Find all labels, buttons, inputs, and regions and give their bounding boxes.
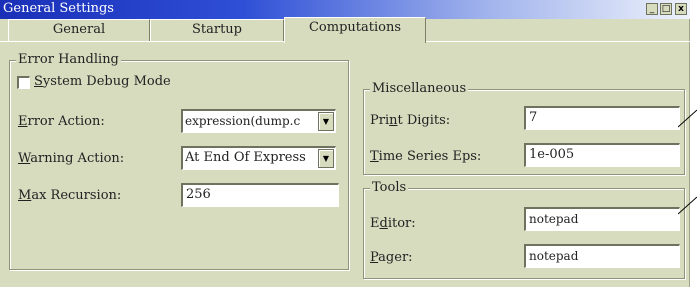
miscellaneous-title: Miscellaneous	[370, 81, 469, 97]
warning-action-dropdown[interactable]: At End Of Express ▼	[181, 146, 336, 170]
max-recursion-label: Max Recursion:	[18, 188, 122, 203]
max-recursion-input[interactable]: 256	[181, 183, 339, 207]
error-action-dropdown[interactable]: expression(dump.c ▼	[181, 109, 336, 133]
editor-input[interactable]: notepad	[524, 207, 680, 231]
warning-action-value: At End Of Express	[185, 150, 306, 165]
window-title: General Settings	[3, 1, 114, 16]
time-series-eps-input[interactable]: 1e-005	[524, 143, 680, 167]
editor-label: Editor:	[370, 216, 416, 231]
error-action-label: Error Action:	[18, 114, 105, 129]
error-action-value: expression(dump.c	[185, 114, 301, 128]
warning-action-label: Warning Action:	[18, 151, 125, 166]
callout-line-bottom	[678, 196, 697, 215]
maximize-button[interactable]: □	[660, 3, 672, 15]
settings-window: General Settings _ □ x General Startup C…	[0, 0, 690, 287]
error-handling-title: Error Handling	[16, 52, 121, 68]
chevron-down-icon[interactable]: ▼	[318, 149, 334, 168]
tab-startup[interactable]: Startup	[150, 19, 284, 41]
system-debug-checkbox[interactable]	[17, 76, 30, 89]
tools-title: Tools	[370, 180, 409, 196]
callout-line-top	[678, 109, 697, 128]
tab-computations[interactable]: Computations	[284, 17, 426, 43]
print-digits-label: Print Digits:	[370, 113, 451, 128]
pager-input[interactable]: notepad	[524, 244, 680, 268]
print-digits-input[interactable]: 7	[524, 106, 680, 130]
time-series-eps-label: Time Series Eps:	[370, 149, 482, 164]
chevron-down-icon[interactable]: ▼	[318, 112, 334, 131]
system-debug-label[interactable]: System Debug Mode	[34, 74, 171, 90]
tab-general[interactable]: General	[8, 19, 150, 41]
close-button[interactable]: x	[675, 3, 687, 15]
pager-label: Pager:	[370, 250, 413, 265]
minimize-button[interactable]: _	[646, 3, 658, 15]
